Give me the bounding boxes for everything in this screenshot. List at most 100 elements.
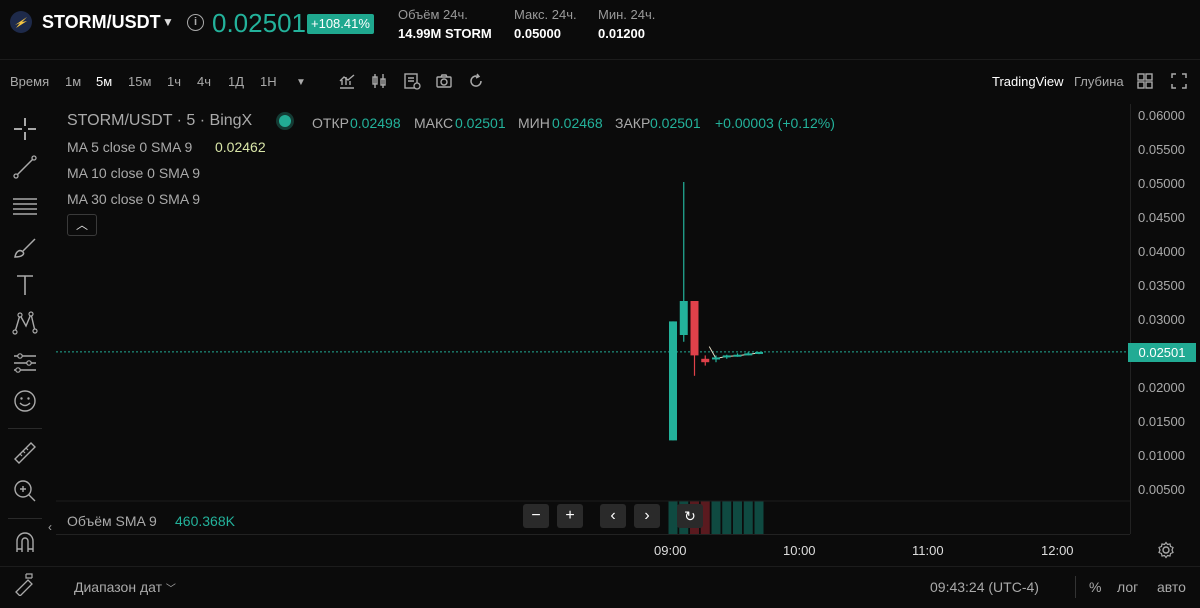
text-tool-icon[interactable] [12, 272, 38, 298]
toolbar-divider [8, 518, 42, 519]
ma10-label[interactable]: MA 10 close 0 SMA 9 [67, 165, 200, 181]
candle-body[interactable] [679, 301, 688, 335]
volume-bar [743, 501, 753, 534]
ohlc-low-value: 0.02468 [552, 115, 603, 131]
candle-body[interactable] [722, 355, 731, 358]
ohlc-close-label: ЗАКР [615, 115, 651, 131]
chevron-down-icon[interactable]: ▼ [162, 15, 174, 29]
candle-body[interactable] [744, 353, 753, 356]
brush-icon[interactable] [12, 234, 38, 260]
price-tick: 0.04500 [1138, 210, 1185, 225]
low-24h-label: Мин. 24ч. [598, 7, 656, 22]
emoji-icon[interactable] [12, 388, 38, 414]
current-price-label: 0.02501 [1128, 343, 1196, 362]
candle-body[interactable] [701, 358, 710, 363]
pattern-icon[interactable] [12, 310, 38, 336]
ohlc-change: +0.00003 (+0.12%) [715, 115, 835, 131]
candle-body[interactable] [733, 354, 742, 357]
price-tick: 0.06000 [1138, 108, 1185, 123]
price-tick: 0.01500 [1138, 414, 1185, 429]
ohlc-high-value: 0.02501 [455, 115, 506, 131]
time-axis[interactable] [56, 534, 1130, 564]
layout-grid-icon[interactable] [1136, 72, 1154, 90]
templates-icon[interactable] [403, 72, 421, 90]
scroll-left-button[interactable]: ‹ [600, 504, 626, 528]
prediction-icon[interactable] [12, 350, 38, 376]
candle-type-icon[interactable] [370, 72, 388, 90]
ohlc-open-label: ОТКР [312, 115, 349, 131]
price-tick: 0.04000 [1138, 244, 1185, 259]
zoom-out-button[interactable]: − [523, 504, 549, 528]
price-tick: 0.03500 [1138, 278, 1185, 293]
info-icon[interactable]: i [187, 14, 204, 31]
reload-icon[interactable] [467, 72, 485, 90]
volume-bar [711, 501, 721, 534]
reset-chart-button[interactable]: ↻ [677, 504, 703, 528]
chart-settings-gear-icon[interactable] [1157, 541, 1175, 559]
interval-1d[interactable]: 1Д [228, 74, 244, 89]
ma5-label[interactable]: MA 5 close 0 SMA 9 [67, 139, 192, 155]
percent-scale-toggle[interactable]: % [1089, 579, 1101, 595]
ohlc-high-label: МАКС [414, 115, 454, 131]
symbol-selector[interactable]: STORM/USDT [42, 12, 161, 33]
fib-lines-icon[interactable] [12, 194, 38, 220]
fullscreen-icon[interactable] [1170, 72, 1188, 90]
clock[interactable]: 09:43:24 (UTC-4) [930, 579, 1039, 595]
high-24h-label: Макс. 24ч. [514, 7, 577, 22]
drawing-toolbar: ‹ [0, 104, 52, 608]
price-tick: 0.01000 [1138, 448, 1185, 463]
market-open-dot [279, 115, 291, 127]
interval-15m[interactable]: 15м [128, 74, 151, 89]
price-tick: 0.05000 [1138, 176, 1185, 191]
candle-body[interactable] [712, 357, 720, 360]
log-scale-toggle[interactable]: лог [1117, 579, 1138, 595]
time-tick: 09:00 [654, 543, 687, 558]
candle-body[interactable] [669, 321, 677, 441]
volume-24h-label: Объём 24ч. [398, 7, 468, 22]
ma5-value: 0.02462 [215, 139, 266, 155]
volume-bar [722, 501, 732, 534]
price-tick: 0.03000 [1138, 312, 1185, 327]
interval-1h[interactable]: 1ч [167, 74, 181, 89]
volume-bar [733, 501, 742, 534]
camera-icon[interactable] [435, 72, 453, 90]
auto-scale-toggle[interactable]: авто [1157, 579, 1186, 595]
price-tick: 0.00500 [1138, 482, 1185, 497]
last-price: 0.02501 [212, 8, 306, 38]
ma30-label[interactable]: MA 30 close 0 SMA 9 [67, 191, 200, 207]
candlestick-chart[interactable] [56, 104, 1130, 534]
interval-4h[interactable]: 4ч [197, 74, 211, 89]
collapse-toolbar-icon[interactable]: ‹ [48, 520, 52, 534]
bottom-divider [1075, 576, 1076, 598]
candle-body[interactable] [690, 301, 699, 356]
ruler-icon[interactable] [12, 440, 38, 466]
tab-tradingview[interactable]: TradingView [992, 74, 1064, 89]
scroll-right-button[interactable]: › [634, 504, 660, 528]
indicators-icon[interactable] [338, 72, 356, 90]
volume-label[interactable]: Объём SMA 9 [67, 513, 157, 529]
legend-collapse-button[interactable]: ︿ [67, 214, 97, 236]
interval-5m[interactable]: 5м [96, 74, 112, 89]
time-tick: 12:00 [1041, 543, 1074, 558]
interval-dropdown-icon[interactable]: ▼ [296, 77, 306, 88]
magnet-icon[interactable] [12, 530, 38, 556]
tab-depth[interactable]: Глубина [1074, 74, 1124, 89]
date-range-button[interactable]: Диапазон дат ﹀ [74, 579, 176, 595]
header: STORM/USDT ▼ i 0.02501 +108.41% Объём 24… [0, 0, 1200, 60]
volume-24h-value: 14.99M STORM [398, 26, 492, 41]
candle-body[interactable] [755, 351, 763, 354]
zoom-in-button[interactable]: + [557, 504, 583, 528]
zoom-in-icon[interactable] [12, 478, 38, 504]
price-tick: 0.05500 [1138, 142, 1185, 157]
chart-pane[interactable] [56, 104, 1130, 534]
time-tick: 10:00 [783, 543, 816, 558]
crosshair-icon[interactable] [12, 116, 38, 142]
time-label[interactable]: Время [10, 74, 49, 89]
time-tick: 11:00 [912, 543, 944, 558]
change-badge: +108.41% [307, 14, 374, 34]
interval-1m[interactable]: 1м [65, 74, 81, 89]
trend-line-icon[interactable] [12, 154, 38, 180]
low-24h-value: 0.01200 [598, 26, 645, 41]
interval-1w[interactable]: 1Н [260, 74, 277, 89]
price-tick: 0.02000 [1138, 380, 1185, 395]
